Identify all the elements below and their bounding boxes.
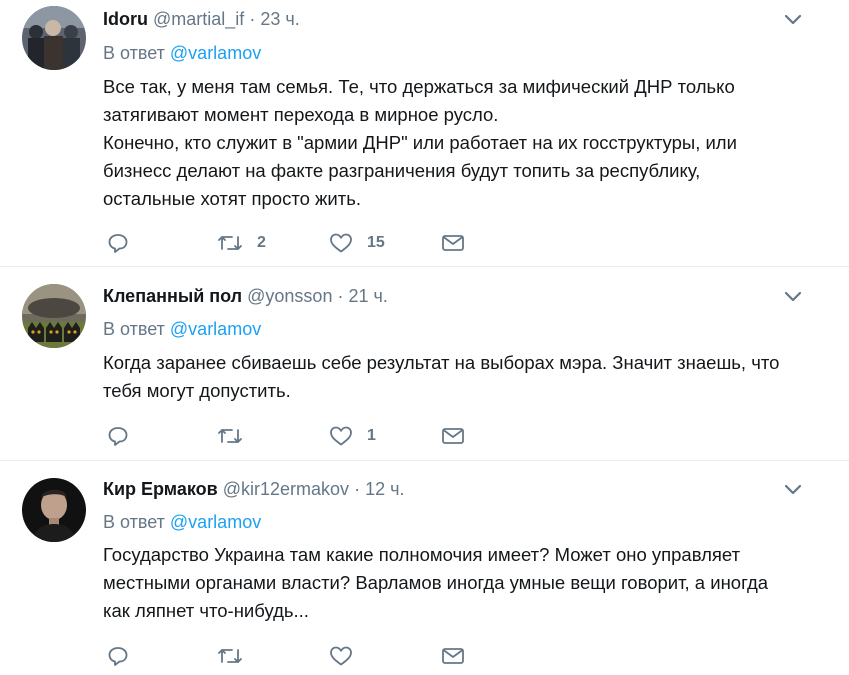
- envelope-icon: [441, 646, 465, 666]
- tweet-text: Все так, у меня там семья. Те, что держа…: [103, 76, 737, 209]
- reply-icon: [107, 232, 129, 254]
- heart-icon: [329, 425, 353, 447]
- tweet[interactable]: Кир Ермаков @kir12ermakov · 12 ч. В отве…: [0, 461, 849, 675]
- timestamp[interactable]: · 23 ч.: [249, 9, 299, 29]
- chevron-down-icon[interactable]: [783, 12, 803, 26]
- tweet-actions: 2 15: [107, 231, 487, 255]
- retweet-icon: [217, 232, 243, 254]
- reply-icon: [107, 425, 129, 447]
- chevron-down-icon[interactable]: [783, 289, 803, 303]
- reply-prefix: В ответ: [103, 512, 165, 532]
- reply-button[interactable]: [107, 231, 129, 255]
- reply-context: В ответ @varlamov: [103, 41, 261, 65]
- handle[interactable]: @martial_if: [153, 9, 244, 29]
- reply-to-link[interactable]: @varlamov: [170, 512, 261, 532]
- reply-prefix: В ответ: [103, 43, 165, 63]
- heart-icon: [329, 232, 353, 254]
- timestamp[interactable]: · 21 ч.: [337, 286, 387, 306]
- reply-to-link[interactable]: @varlamov: [170, 43, 261, 63]
- tweet-actions: [107, 644, 487, 668]
- dm-button[interactable]: [441, 424, 465, 448]
- retweet-icon: [217, 425, 243, 447]
- display-name[interactable]: Кир Ермаков: [103, 479, 218, 499]
- reply-button[interactable]: [107, 644, 129, 668]
- tweet-header: Кир Ермаков @kir12ermakov · 12 ч.: [103, 477, 404, 501]
- like-count: 1: [367, 427, 376, 444]
- reply-prefix: В ответ: [103, 319, 165, 339]
- avatar[interactable]: [22, 478, 86, 542]
- avatar[interactable]: [22, 6, 86, 70]
- tweet-header: Idoru @martial_if · 23 ч.: [103, 7, 300, 31]
- tweet-text: Когда заранее сбиваешь себе результат на…: [103, 352, 780, 401]
- display-name[interactable]: Клепанный пол: [103, 286, 242, 306]
- retweet-icon: [217, 645, 243, 667]
- dm-button[interactable]: [441, 231, 465, 255]
- avatar[interactable]: [22, 284, 86, 348]
- reply-context: В ответ @varlamov: [103, 317, 261, 341]
- envelope-icon: [441, 426, 465, 446]
- retweet-button[interactable]: [217, 644, 257, 668]
- tweet-text: Государство Украина там какие полномочия…: [103, 544, 769, 621]
- chevron-down-icon[interactable]: [783, 482, 803, 496]
- like-button[interactable]: [329, 644, 367, 668]
- handle[interactable]: @kir12ermakov: [223, 479, 349, 499]
- like-count: 15: [367, 234, 385, 251]
- heart-icon: [329, 645, 353, 667]
- retweet-count: 2: [257, 234, 266, 251]
- reply-button[interactable]: [107, 424, 129, 448]
- reply-context: В ответ @varlamov: [103, 510, 261, 534]
- tweet[interactable]: Клепанный пол @yonsson · 21 ч. В ответ @…: [0, 267, 849, 461]
- envelope-icon: [441, 233, 465, 253]
- retweet-button[interactable]: 2: [217, 231, 266, 255]
- reply-to-link[interactable]: @varlamov: [170, 319, 261, 339]
- timestamp[interactable]: · 12 ч.: [354, 479, 404, 499]
- retweet-button[interactable]: [217, 424, 257, 448]
- reply-icon: [107, 645, 129, 667]
- tweet[interactable]: Idoru @martial_if · 23 ч. В ответ @varla…: [0, 0, 849, 267]
- handle[interactable]: @yonsson: [247, 286, 332, 306]
- display-name[interactable]: Idoru: [103, 9, 148, 29]
- like-button[interactable]: 1: [329, 424, 376, 448]
- dm-button[interactable]: [441, 644, 465, 668]
- like-button[interactable]: 15: [329, 231, 385, 255]
- tweet-actions: 1: [107, 424, 487, 448]
- tweet-header: Клепанный пол @yonsson · 21 ч.: [103, 284, 388, 308]
